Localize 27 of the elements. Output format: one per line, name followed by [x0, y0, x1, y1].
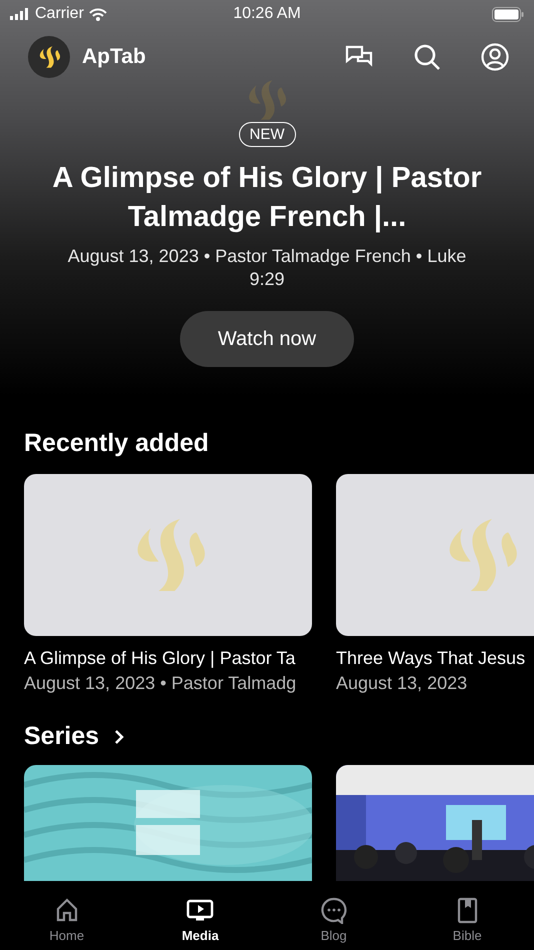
chevron-icon[interactable]	[113, 728, 126, 746]
hero-meta: August 13, 2023 • Pastor Talmadge French • Luke 9:29	[66, 245, 468, 291]
tab-bar-item[interactable]: Bible	[400, 886, 534, 950]
chat-bubble-icon	[320, 896, 348, 924]
tab-bar-item[interactable]: Home	[0, 886, 134, 950]
battery-icon	[492, 6, 524, 22]
tab-bar-item[interactable]: Blog	[267, 886, 400, 950]
wifi-icon	[88, 8, 107, 20]
app-name: ApTab	[82, 45, 147, 69]
section-title: Recently added	[24, 429, 209, 458]
clock: 10:26 AM	[233, 5, 301, 23]
video-title: A Glimpse of His Glory | Pastor Ta	[24, 648, 296, 669]
section-title[interactable]: Series	[24, 722, 100, 751]
tab-bar-item[interactable]: Media	[134, 886, 267, 950]
app-logo	[28, 36, 70, 78]
video-subtitle: August 13, 2023	[336, 673, 468, 694]
profile-icon[interactable]	[480, 42, 510, 72]
logo	[246, 80, 287, 120]
search-icon[interactable]	[412, 42, 442, 72]
signal-icon	[10, 8, 30, 20]
new-badge: NEW	[238, 122, 296, 147]
watch-now-button[interactable]: Watch now	[180, 311, 354, 367]
video-title: Three Ways That Jesus	[336, 648, 526, 669]
hero-title: A Glimpse of His Glory | Pastor Talmadge French |...	[52, 161, 482, 235]
carrier-label: Carrier	[35, 5, 84, 23]
video-subtitle: August 13, 2023 • Pastor Talmadg	[24, 673, 296, 694]
video-thumbnail[interactable]	[24, 474, 312, 636]
